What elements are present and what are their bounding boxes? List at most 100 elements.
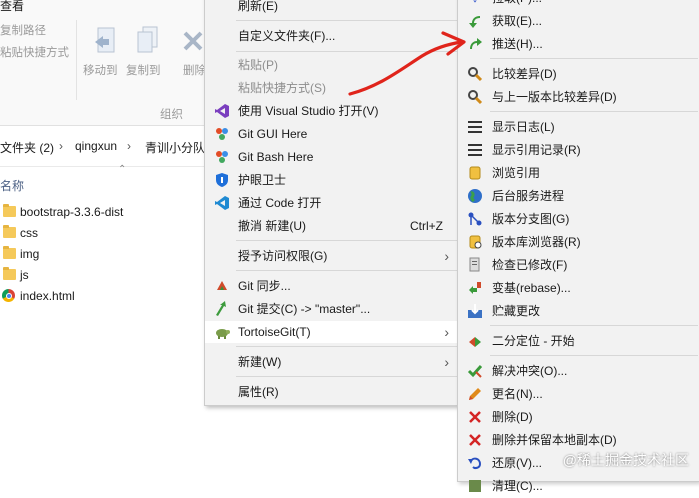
submenu-item-diff[interactable]: 比较差异(D) [458,63,698,85]
submenu-item-delete-keep-local[interactable]: 删除并保留本地副本(D) [458,429,698,451]
git-sync-icon [214,278,230,294]
repo-browser-icon [467,234,483,250]
ribbon: 查看 复制路径 粘贴快捷方式 移动到 复制到 删除 组织 [0,0,206,126]
resolve-icon [467,363,483,379]
list-item[interactable]: img [0,246,205,266]
menu-item-tortoisegit[interactable]: TortoiseGit(T) › [205,321,457,343]
move-to-icon [95,27,115,53]
list-item[interactable]: index.html [0,288,205,308]
delete-button[interactable]: 删除 [180,24,206,80]
menu-separator [236,240,457,241]
menu-item-label: 比较差异(D) [492,67,557,81]
menu-item-open-code[interactable]: 通过 Code 打开 [205,192,457,214]
menu-item-label: 显示引用记录(R) [492,143,581,157]
breadcrumb-item-folder[interactable]: 文件夹 (2) [0,139,54,156]
shortcut-label: Ctrl+Z [410,219,443,233]
list-item[interactable]: js [0,267,205,287]
file-name: img [20,247,40,261]
delete-x-icon [467,409,483,425]
menu-item-undo-new[interactable]: 撤消 新建(U) Ctrl+Z [205,215,457,237]
menu-item-grant-access[interactable]: 授予访问权限(G) › [205,245,457,267]
browse-refs-icon [467,165,483,181]
submenu-item-rename[interactable]: 更名(N)... [458,383,698,405]
menu-item-git-commit[interactable]: Git 提交(C) -> "master"... [205,298,457,320]
submenu-item-cleanup[interactable]: 清理(C)... [458,475,698,497]
submenu-item-resolve[interactable]: 解决冲突(O)... [458,360,698,382]
submenu-item-browse-refs[interactable]: 浏览引用 [458,162,698,184]
menu-item-label: 推送(H)... [492,37,543,51]
breadcrumb-separator-icon: › [127,139,131,153]
copy-to-icon [137,26,158,53]
submenu-item-repo-browser[interactable]: 版本库浏览器(R) [458,231,698,253]
move-to-label: 移动到 [83,65,118,77]
menu-item-label: 检查已修改(F) [492,258,568,272]
menu-item-label: 新建(W) [238,355,282,369]
submenu-item-fetch[interactable]: 获取(E)... [458,10,698,32]
menu-item-label: 删除(D) [492,410,533,424]
menu-item-label: 二分定位 - 开始 [492,334,575,348]
submenu-item-delete[interactable]: 删除(D) [458,406,698,428]
menu-item-label: 后台服务进程 [492,189,565,203]
git-commit-icon [214,301,230,317]
copy-to-button[interactable]: 复制到 [126,24,166,80]
menu-item-label: 属性(R) [238,385,279,399]
folder-icon [3,246,16,259]
copy-path-button[interactable]: 复制路径 [0,22,46,38]
menu-separator [236,346,457,347]
breadcrumb-item-team[interactable]: 青训小分队 [145,139,205,156]
menu-item-label: 贮藏更改 [492,304,541,318]
submenu-item-stash[interactable]: 贮藏更改 [458,300,698,322]
submenu-item-daemon[interactable]: 后台服务进程 [458,185,698,207]
submenu-item-rebase[interactable]: 变基(rebase)... [458,277,698,299]
move-to-button[interactable]: 移动到 [83,24,123,80]
list-item[interactable]: css [0,225,205,245]
delete-x-icon [183,31,203,51]
bisect-icon [467,333,483,349]
paste-shortcut-label: 粘贴快捷方式 [0,47,69,59]
annotation-arrow [348,31,466,96]
stash-icon [467,303,483,319]
name-column-header[interactable]: 名称 [0,177,24,194]
delete-label: 删除 [183,65,206,77]
list-item[interactable]: bootstrap-3.3.6-dist [0,204,205,224]
chrome-icon [2,289,15,302]
revision-graph-icon [467,211,483,227]
submenu-item-revision-graph[interactable]: 版本分支图(G) [458,208,698,230]
menu-item-label: 还原(V)... [492,456,542,470]
folder-icon [3,225,16,238]
reflog-icon [467,142,483,158]
menu-item-git-sync[interactable]: Git 同步... [205,275,457,297]
menu-item-new[interactable]: 新建(W) › [205,351,457,373]
menu-item-label: 解决冲突(O)... [492,364,568,378]
menu-separator [490,355,698,356]
menu-item-open-visual-studio[interactable]: 使用 Visual Studio 打开(V) [205,100,457,122]
folder-icon [3,204,16,217]
submenu-item-show-log[interactable]: 显示日志(L) [458,116,698,138]
menu-separator [236,270,457,271]
submenu-item-pull[interactable]: ↓ 拉取(P)... [458,0,698,9]
submenu-item-check-mods[interactable]: 检查已修改(F) [458,254,698,276]
menu-item-properties[interactable]: 属性(R) [205,381,457,403]
menu-item-label: Git Bash Here [238,150,314,164]
menu-item-label: 版本分支图(G) [492,212,570,226]
paste-shortcut-button[interactable]: 粘贴快捷方式 [0,44,69,60]
menu-item-git-gui[interactable]: Git GUI Here [205,123,457,145]
menu-item-eye-guard[interactable]: 护眼卫士 [205,169,457,191]
submenu-item-diff-prev[interactable]: 与上一版本比较差异(D) [458,86,698,108]
log-icon [467,119,483,135]
ribbon-group-label: 组织 [160,109,183,121]
submenu-item-push[interactable]: 推送(H)... [458,33,698,55]
pull-icon: ↓ [467,0,483,6]
menu-item-label: Git GUI Here [238,127,308,141]
breadcrumb-item-qingxun[interactable]: qingxun [75,139,117,153]
menu-item-refresh[interactable]: 刷新(E) [205,0,457,17]
submenu-item-bisect[interactable]: 二分定位 - 开始 [458,330,698,352]
menu-item-label: 授予访问权限(G) [238,249,328,263]
file-name: index.html [20,289,75,303]
menu-item-label: 获取(E)... [492,14,542,28]
menu-item-git-bash[interactable]: Git Bash Here [205,146,457,168]
chevron-right-icon: › [444,354,449,370]
menu-item-label: 更名(N)... [492,387,543,401]
ribbon-tab-view[interactable]: 查看 [0,0,24,14]
submenu-item-show-reflog[interactable]: 显示引用记录(R) [458,139,698,161]
